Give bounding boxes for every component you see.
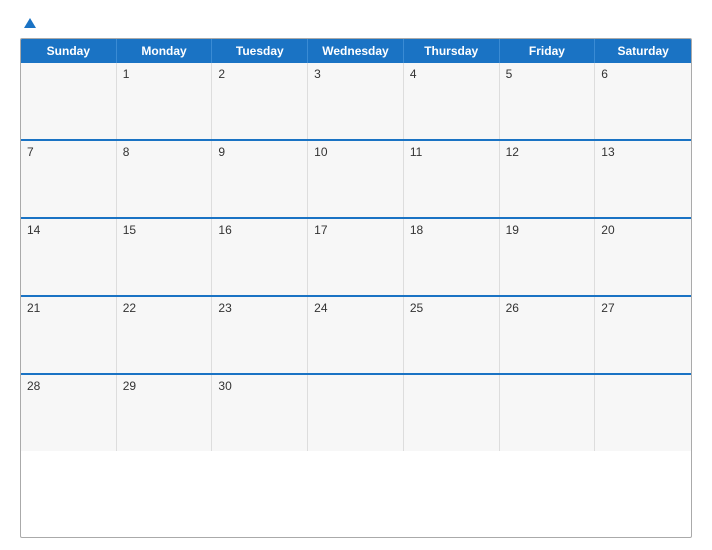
calendar-header-row: SundayMondayTuesdayWednesdayThursdayFrid…: [21, 39, 691, 63]
day-number: 25: [410, 301, 423, 315]
calendar-day-1: 1: [117, 63, 213, 139]
header-day-tuesday: Tuesday: [212, 39, 308, 63]
calendar-day-7: 7: [21, 141, 117, 217]
day-number: 14: [27, 223, 40, 237]
header-day-thursday: Thursday: [404, 39, 500, 63]
calendar-week-4: 21 22 23 24 25 26 27: [21, 295, 691, 373]
calendar-day-24: 24: [308, 297, 404, 373]
calendar-week-5: 28 29 30: [21, 373, 691, 451]
header-day-sunday: Sunday: [21, 39, 117, 63]
calendar-day-empty: [21, 63, 117, 139]
day-number: 22: [123, 301, 136, 315]
day-number: 29: [123, 379, 136, 393]
day-number: 13: [601, 145, 614, 159]
calendar-day-12: 12: [500, 141, 596, 217]
day-number: 16: [218, 223, 231, 237]
day-number: 6: [601, 67, 608, 81]
day-number: 10: [314, 145, 327, 159]
day-number: 30: [218, 379, 231, 393]
day-number: 20: [601, 223, 614, 237]
header: [20, 18, 692, 28]
day-number: 21: [27, 301, 40, 315]
day-number: 4: [410, 67, 417, 81]
day-number: 7: [27, 145, 34, 159]
calendar-day-20: 20: [595, 219, 691, 295]
calendar-day-empty: [595, 375, 691, 451]
calendar-page: SundayMondayTuesdayWednesdayThursdayFrid…: [0, 0, 712, 550]
header-day-friday: Friday: [500, 39, 596, 63]
calendar-day-3: 3: [308, 63, 404, 139]
header-day-saturday: Saturday: [595, 39, 691, 63]
calendar-day-26: 26: [500, 297, 596, 373]
calendar-day-empty: [404, 375, 500, 451]
day-number: 28: [27, 379, 40, 393]
day-number: 8: [123, 145, 130, 159]
calendar-day-15: 15: [117, 219, 213, 295]
day-number: 3: [314, 67, 321, 81]
calendar-day-25: 25: [404, 297, 500, 373]
day-number: 19: [506, 223, 519, 237]
calendar-day-4: 4: [404, 63, 500, 139]
calendar-day-2: 2: [212, 63, 308, 139]
calendar-day-6: 6: [595, 63, 691, 139]
calendar-day-16: 16: [212, 219, 308, 295]
day-number: 9: [218, 145, 225, 159]
calendar-day-10: 10: [308, 141, 404, 217]
day-number: 23: [218, 301, 231, 315]
day-number: 24: [314, 301, 327, 315]
logo-blue-text: [20, 18, 36, 28]
day-number: 18: [410, 223, 423, 237]
calendar-day-5: 5: [500, 63, 596, 139]
calendar-week-1: 1 2 3 4 5 6: [21, 63, 691, 139]
day-number: 2: [218, 67, 225, 81]
calendar-day-14: 14: [21, 219, 117, 295]
day-number: 26: [506, 301, 519, 315]
calendar-day-23: 23: [212, 297, 308, 373]
day-number: 27: [601, 301, 614, 315]
calendar-day-empty: [500, 375, 596, 451]
calendar-week-3: 14 15 16 17 18 19 20: [21, 217, 691, 295]
day-number: 11: [410, 145, 422, 159]
day-number: 1: [123, 67, 130, 81]
calendar-day-11: 11: [404, 141, 500, 217]
day-number: 5: [506, 67, 513, 81]
calendar-day-28: 28: [21, 375, 117, 451]
calendar-day-13: 13: [595, 141, 691, 217]
calendar-day-18: 18: [404, 219, 500, 295]
calendar-day-9: 9: [212, 141, 308, 217]
logo-triangle-icon: [24, 18, 36, 28]
calendar-grid: SundayMondayTuesdayWednesdayThursdayFrid…: [20, 38, 692, 538]
day-number: 15: [123, 223, 136, 237]
calendar-day-21: 21: [21, 297, 117, 373]
calendar-day-8: 8: [117, 141, 213, 217]
header-day-wednesday: Wednesday: [308, 39, 404, 63]
header-day-monday: Monday: [117, 39, 213, 63]
calendar-body: 1234567891011121314151617181920212223242…: [21, 63, 691, 451]
calendar-week-2: 7 8 9 10 11 12 13: [21, 139, 691, 217]
calendar-day-17: 17: [308, 219, 404, 295]
day-number: 17: [314, 223, 327, 237]
calendar-day-empty: [308, 375, 404, 451]
calendar-day-27: 27: [595, 297, 691, 373]
calendar-day-22: 22: [117, 297, 213, 373]
logo: [20, 18, 36, 28]
day-number: 12: [506, 145, 519, 159]
calendar-day-30: 30: [212, 375, 308, 451]
calendar-day-19: 19: [500, 219, 596, 295]
calendar-day-29: 29: [117, 375, 213, 451]
